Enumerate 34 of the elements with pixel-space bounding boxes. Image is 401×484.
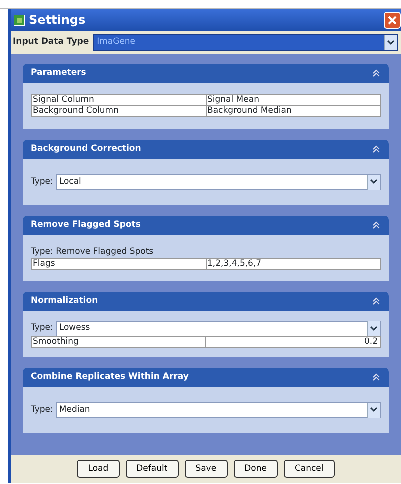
parameter-name: Flags bbox=[32, 258, 56, 269]
info-text: Type: Remove Flagged Spots bbox=[31, 246, 155, 259]
dialog-button[interactable]: Save bbox=[184, 460, 228, 478]
type-dropdown[interactable]: Median bbox=[56, 402, 381, 418]
app-icon bbox=[14, 14, 25, 26]
section-header[interactable]: Remove Flagged Spots bbox=[23, 216, 389, 235]
field-label: Type: bbox=[31, 322, 54, 335]
field-label: Type: bbox=[31, 404, 54, 416]
collapse-icon[interactable] bbox=[372, 221, 381, 230]
collapse-icon[interactable] bbox=[372, 69, 381, 78]
dialog-button[interactable]: Done bbox=[234, 460, 278, 478]
window-title: Settings bbox=[29, 12, 86, 29]
dialog-button[interactable]: Cancel bbox=[284, 460, 335, 478]
type-dropdown[interactable]: Lowess bbox=[56, 320, 381, 336]
collapse-icon[interactable] bbox=[372, 373, 381, 382]
section-header[interactable]: Background Correction bbox=[23, 140, 389, 159]
parameter-name: Smoothing bbox=[32, 336, 80, 346]
type-dropdown[interactable]: Local bbox=[56, 174, 381, 190]
dialog-button[interactable]: Load bbox=[77, 460, 120, 478]
section-header[interactable]: Normalization bbox=[23, 292, 389, 311]
section-header[interactable]: Combine Replicates Within Array bbox=[23, 368, 389, 387]
field-label: Type: bbox=[31, 176, 54, 188]
parameter-name: Background Column bbox=[32, 106, 120, 116]
close-icon[interactable] bbox=[388, 16, 397, 24]
collapse-icon[interactable] bbox=[372, 297, 381, 306]
collapse-icon[interactable] bbox=[372, 145, 381, 154]
parameter-name: Signal Column bbox=[32, 95, 96, 105]
section-header[interactable]: Parameters bbox=[23, 64, 389, 83]
dialog-button[interactable]: Default bbox=[126, 460, 179, 478]
parameter-value[interactable]: Background Median bbox=[206, 106, 380, 116]
parameter-value[interactable]: 0.2 bbox=[204, 336, 380, 346]
field-label: Input Data Type bbox=[13, 36, 90, 49]
close-button[interactable] bbox=[384, 12, 401, 28]
parameter-value[interactable]: 1,2,3,4,5,6,7 bbox=[206, 258, 380, 269]
